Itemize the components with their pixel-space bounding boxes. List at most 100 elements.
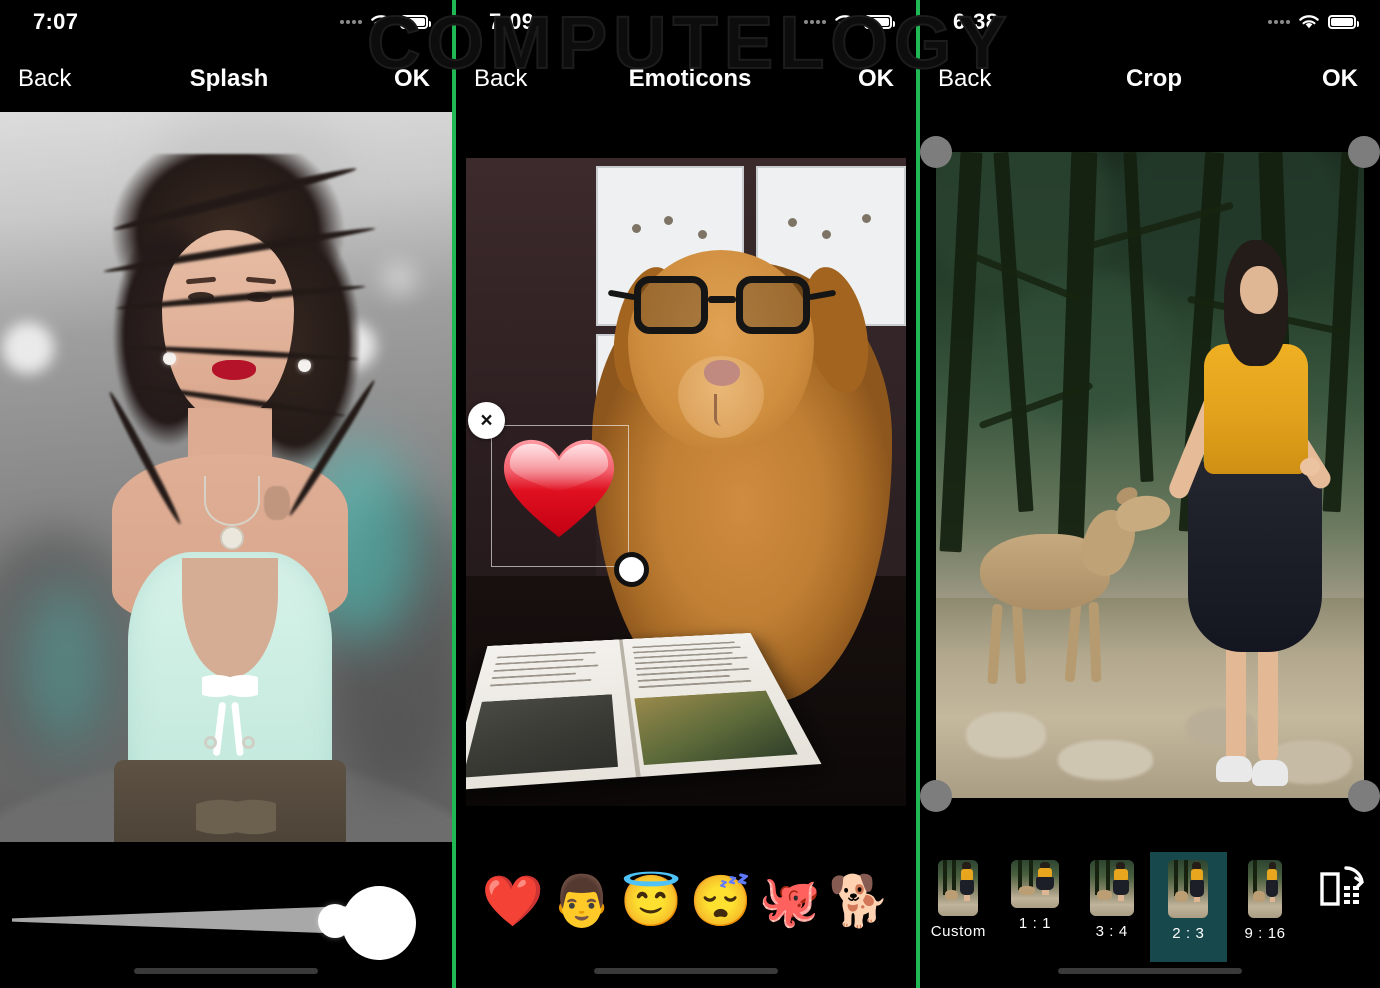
back-button[interactable]: Back — [938, 65, 991, 93]
ratio-thumbnail — [1168, 860, 1209, 918]
ratio-label: 9 : 16 — [1244, 925, 1286, 942]
book-image — [634, 690, 798, 766]
woman-shoe — [1216, 756, 1252, 782]
back-button[interactable]: Back — [18, 65, 71, 93]
status-bar-crop: 6:38 — [920, 0, 1380, 46]
emoji-red-heart[interactable]: ❤️ — [482, 876, 544, 926]
battery-icon — [400, 14, 431, 29]
signal-dots-icon — [340, 19, 362, 24]
photo-woman — [1166, 240, 1335, 798]
woman-leg — [1226, 642, 1246, 762]
deer-leg — [987, 603, 1003, 685]
lace-bow — [202, 666, 258, 706]
woman-skirt — [1188, 462, 1322, 652]
battery-icon — [864, 14, 895, 29]
subject-earring — [298, 359, 311, 372]
subject-necklace — [204, 476, 260, 526]
status-clock: 7:09 — [489, 9, 535, 34]
ratio-thumbnail — [1089, 860, 1134, 916]
nav-bar-emoticons: Back Emoticons OK — [456, 46, 916, 112]
screenshot-stage: 7:07 Back Splash OK 7:09 Back Emoticons … — [0, 0, 1380, 988]
brush-size-slider-track[interactable] — [12, 906, 352, 934]
crop-handle-bottom-left[interactable] — [920, 780, 952, 812]
dog-nose — [704, 360, 740, 386]
ratio-label: Custom — [930, 923, 986, 940]
rotate-flip-button[interactable] — [1303, 852, 1380, 962]
emoticons-photo-canvas[interactable]: × — [466, 158, 906, 806]
glasses-lens — [736, 276, 810, 334]
status-bar-splash: 7:07 — [0, 0, 452, 46]
deer-leg — [1011, 603, 1027, 685]
ratio-thumbnail — [1248, 860, 1283, 918]
home-indicator — [134, 968, 318, 974]
emoji-sleeping-face[interactable]: 😴 — [690, 876, 752, 926]
woman-hand — [1300, 458, 1320, 476]
subject-tattoo — [264, 486, 290, 520]
status-clock: 6:38 — [953, 9, 999, 34]
status-bar-emoticons: 7:09 — [456, 0, 916, 46]
aspect-ratio-bar[interactable]: Custom 1 : 1 3: 4 2: 3 9: 16 — [920, 852, 1380, 962]
sticker-close-icon[interactable]: × — [468, 402, 505, 439]
nav-bar-crop: Back Crop OK — [920, 46, 1380, 112]
home-indicator — [1058, 968, 1242, 974]
panel-emoticons: 7:09 Back Emoticons OK × ❤️ 👨 😇 😴 🐙 🐕 — [456, 0, 916, 988]
splash-controls — [0, 842, 452, 988]
ratio-option-2-3[interactable]: 2 : 3 — [1150, 852, 1227, 962]
woman-face — [1240, 266, 1278, 314]
lace-tail — [212, 701, 227, 757]
ok-button[interactable]: OK — [858, 65, 894, 93]
ratio-option-3-4[interactable]: 3 : 4 — [1073, 852, 1150, 962]
panel-splash: 7:07 Back Splash OK — [0, 0, 452, 988]
wifi-icon — [1299, 15, 1319, 29]
emoji-man[interactable]: 👨 — [551, 876, 613, 926]
ratio-label: 3 : 4 — [1095, 923, 1128, 940]
crop-handle-top-right[interactable] — [1348, 136, 1380, 168]
brush-size-preview — [342, 886, 416, 960]
woman-leg — [1258, 642, 1278, 762]
home-indicator — [594, 968, 778, 974]
status-icons — [1268, 13, 1359, 30]
wifi-icon — [371, 15, 391, 29]
lace-tail — [231, 701, 244, 757]
lace-grommet — [242, 736, 255, 749]
photo-rock — [1058, 740, 1153, 780]
emoji-dog[interactable]: 🐕 — [828, 876, 890, 926]
subject-belt-bow — [196, 790, 276, 842]
ratio-option-1-1[interactable]: 1 : 1 — [997, 852, 1074, 962]
splash-photo-canvas[interactable] — [0, 112, 452, 842]
photo-subject — [42, 154, 414, 842]
glasses-lens — [634, 276, 708, 334]
ratio-option-9-16[interactable]: 9 : 16 — [1227, 852, 1304, 962]
subject-earring — [163, 352, 176, 365]
sticker-red-heart[interactable] — [500, 430, 618, 548]
ok-button[interactable]: OK — [1322, 65, 1358, 93]
sticker-resize-handle[interactable] — [614, 552, 649, 587]
ratio-option-custom[interactable]: Custom — [920, 852, 997, 962]
nav-bar-splash: Back Splash OK — [0, 46, 452, 112]
woman-shoe — [1252, 760, 1288, 786]
status-icons — [340, 13, 431, 30]
photo-rock — [966, 712, 1046, 758]
crop-handle-top-left[interactable] — [920, 136, 952, 168]
status-clock: 7:07 — [33, 9, 79, 34]
back-button[interactable]: Back — [474, 65, 527, 93]
battery-icon — [1328, 14, 1359, 29]
crop-photo-canvas[interactable] — [936, 152, 1364, 798]
subject-pendant — [220, 526, 244, 550]
emoji-tray[interactable]: ❤️ 👨 😇 😴 🐙 🐕 — [456, 846, 916, 956]
emoji-smiling-face-with-halo[interactable]: 😇 — [620, 876, 682, 926]
ratio-thumbnail — [938, 860, 979, 916]
status-icons — [804, 13, 895, 30]
signal-dots-icon — [1268, 19, 1290, 24]
ratio-label: 1 : 1 — [1018, 915, 1052, 932]
emoji-octopus[interactable]: 🐙 — [759, 876, 821, 926]
glasses-bridge — [708, 296, 736, 303]
book-image — [466, 694, 618, 778]
panel-crop: 6:38 Back Crop OK Custom 1: 1 3: 4 2:… — [920, 0, 1380, 988]
deer-leg — [1088, 601, 1102, 683]
subject-lips — [212, 360, 256, 380]
signal-dots-icon — [804, 19, 826, 24]
sticker-selection-frame[interactable]: × — [468, 402, 649, 587]
crop-handle-bottom-right[interactable] — [1348, 780, 1380, 812]
ok-button[interactable]: OK — [394, 65, 430, 93]
